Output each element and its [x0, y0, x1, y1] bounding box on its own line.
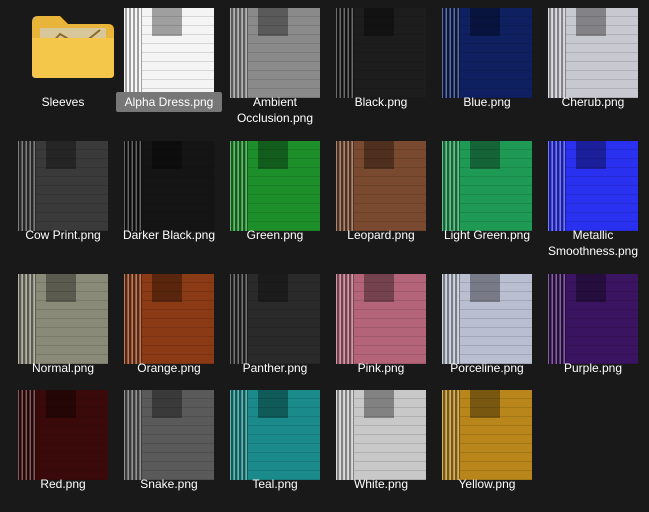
- image-thumbnail-icon: [10, 266, 116, 372]
- file-name-label: Cow Print.png: [10, 225, 116, 245]
- file-item[interactable]: Light Green.png: [434, 133, 540, 261]
- file-name-text: Green.png: [246, 228, 304, 242]
- file-item[interactable]: Metallic Smoothness.png: [540, 133, 646, 261]
- file-name-text: Light Green.png: [443, 228, 531, 242]
- file-name-label: Snake.png: [116, 474, 222, 494]
- file-name-text: Panther.png: [242, 361, 308, 375]
- file-name-text: Red.png: [40, 477, 86, 491]
- file-name-text: White.png: [353, 477, 409, 491]
- image-thumbnail-icon: [434, 382, 540, 488]
- file-name-label: Pink.png: [328, 358, 434, 378]
- file-name-text: Darker Black.png: [122, 228, 216, 242]
- file-item[interactable]: Leopard.png: [328, 133, 434, 261]
- file-item[interactable]: Black.png: [328, 0, 434, 128]
- image-thumbnail-icon: [222, 133, 328, 239]
- file-name-text: Black.png: [354, 95, 408, 109]
- file-name-text: Orange.png: [137, 361, 201, 375]
- image-thumbnail-icon: [116, 266, 222, 372]
- image-thumbnail-icon: [10, 133, 116, 239]
- file-name-text: Ambient Occlusion.png: [236, 95, 314, 125]
- file-name-label: Blue.png: [434, 92, 540, 112]
- file-item[interactable]: Yellow.png: [434, 382, 540, 510]
- image-thumbnail-icon: [116, 382, 222, 488]
- file-name-label: Cherub.png: [540, 92, 646, 112]
- file-item[interactable]: Orange.png: [116, 266, 222, 394]
- image-thumbnail-icon: [540, 266, 646, 372]
- file-item[interactable]: Purple.png: [540, 266, 646, 394]
- image-thumbnail-icon: [222, 266, 328, 372]
- folder-icon: [10, 0, 116, 106]
- file-item[interactable]: Cherub.png: [540, 0, 646, 128]
- file-name-label: Porceline.png: [434, 358, 540, 378]
- file-item[interactable]: Blue.png: [434, 0, 540, 128]
- file-name-label: Purple.png: [540, 358, 646, 378]
- file-name-label: White.png: [328, 474, 434, 494]
- file-item[interactable]: Porceline.png: [434, 266, 540, 394]
- image-thumbnail-icon: [434, 266, 540, 372]
- file-name-text: Normal.png: [31, 361, 95, 375]
- file-item[interactable]: Red.png: [10, 382, 116, 510]
- file-name-label: Normal.png: [10, 358, 116, 378]
- file-name-text: Metallic Smoothness.png: [547, 228, 639, 258]
- file-name-text: Pink.png: [357, 361, 405, 375]
- file-item[interactable]: Ambient Occlusion.png: [222, 0, 328, 128]
- folder-item[interactable]: Sleeves: [10, 0, 116, 128]
- image-thumbnail-icon: [328, 0, 434, 106]
- file-item[interactable]: Panther.png: [222, 266, 328, 394]
- file-name-label: Ambient Occlusion.png: [222, 92, 328, 128]
- file-name-text: Sleeves: [41, 95, 85, 109]
- file-name-label: Orange.png: [116, 358, 222, 378]
- file-name-text: Yellow.png: [458, 477, 516, 491]
- image-thumbnail-icon: [116, 0, 222, 106]
- file-name-text: Cherub.png: [561, 95, 625, 109]
- file-name-text: Teal.png: [252, 477, 298, 491]
- file-name-label: Panther.png: [222, 358, 328, 378]
- file-item[interactable]: Green.png: [222, 133, 328, 261]
- file-name-label: Alpha Dress.png: [116, 92, 222, 112]
- file-name-text: Alpha Dress.png: [124, 95, 214, 109]
- image-thumbnail-icon: [328, 266, 434, 372]
- file-name-label: Metallic Smoothness.png: [540, 225, 646, 261]
- file-grid: Sleeves Alpha Dress.png Ambient Occlusion.…: [0, 0, 649, 512]
- file-name-text: Leopard.png: [347, 228, 415, 242]
- file-item[interactable]: Normal.png: [10, 266, 116, 394]
- file-name-text: Blue.png: [463, 95, 511, 109]
- image-thumbnail-icon: [540, 133, 646, 239]
- file-name-label: Light Green.png: [434, 225, 540, 245]
- image-thumbnail-icon: [328, 382, 434, 488]
- file-item[interactable]: Alpha Dress.png: [116, 0, 222, 128]
- image-thumbnail-icon: [222, 0, 328, 106]
- image-thumbnail-icon: [434, 0, 540, 106]
- image-thumbnail-icon: [10, 382, 116, 488]
- image-thumbnail-icon: [540, 0, 646, 106]
- file-name-label: Teal.png: [222, 474, 328, 494]
- file-item[interactable]: Cow Print.png: [10, 133, 116, 261]
- file-name-label: Green.png: [222, 225, 328, 245]
- file-name-label: Black.png: [328, 92, 434, 112]
- image-thumbnail-icon: [116, 133, 222, 239]
- file-item[interactable]: Darker Black.png: [116, 133, 222, 261]
- file-item[interactable]: Snake.png: [116, 382, 222, 510]
- image-thumbnail-icon: [434, 133, 540, 239]
- file-name-text: Snake.png: [140, 477, 198, 491]
- file-item[interactable]: Pink.png: [328, 266, 434, 394]
- file-name-text: Purple.png: [563, 361, 623, 375]
- file-name-text: Porceline.png: [450, 361, 524, 375]
- file-name-label: Leopard.png: [328, 225, 434, 245]
- file-name-label: Red.png: [10, 474, 116, 494]
- file-name-text: Cow Print.png: [25, 228, 101, 242]
- file-item[interactable]: Teal.png: [222, 382, 328, 510]
- image-thumbnail-icon: [222, 382, 328, 488]
- file-name-label: Sleeves: [10, 92, 116, 112]
- image-thumbnail-icon: [328, 133, 434, 239]
- file-name-label: Yellow.png: [434, 474, 540, 494]
- file-name-label: Darker Black.png: [116, 225, 222, 245]
- file-item[interactable]: White.png: [328, 382, 434, 510]
